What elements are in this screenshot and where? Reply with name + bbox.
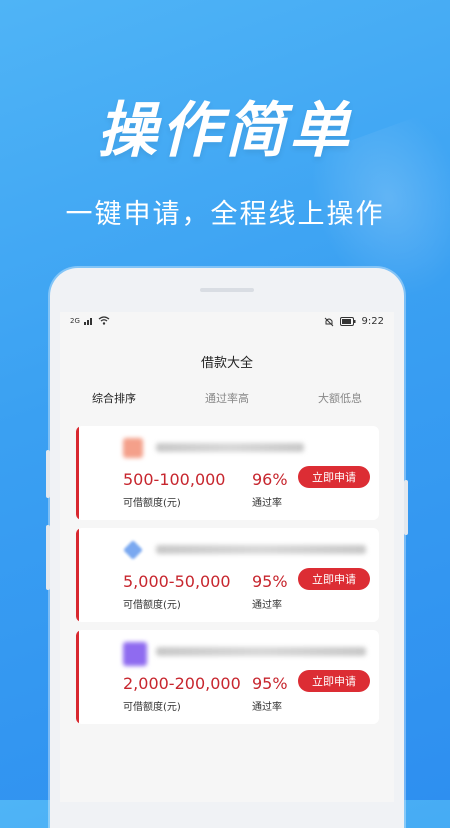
- app-screen: 2G 9:22 借款大全 综合排序 通过率高 大额低息 500-100,000 …: [60, 312, 394, 802]
- promo-headline: 操作简单: [97, 96, 353, 166]
- signal-icon: [83, 318, 92, 325]
- loan-card[interactable]: 500-100,000 可借额度(元) 96% 通过率 立即申请: [76, 426, 379, 520]
- loan-amount-label: 可借额度(元): [123, 702, 181, 713]
- loan-amount: 5,000-50,000: [123, 572, 231, 591]
- phone-side-button: [46, 450, 50, 498]
- loan-amount: 2,000-200,000: [123, 674, 241, 693]
- status-bar: 2G 9:22: [60, 312, 394, 334]
- battery-icon: [339, 317, 356, 326]
- tab-high-approval[interactable]: 通过率高: [205, 390, 249, 406]
- approval-rate: 96%: [252, 470, 288, 489]
- approval-rate: 95%: [252, 572, 288, 591]
- card-accent-bar: [76, 426, 79, 520]
- phone-side-button: [46, 525, 50, 590]
- lender-name-blurred: [156, 545, 366, 554]
- approval-rate: 95%: [252, 674, 288, 693]
- approval-rate-label: 通过率: [252, 600, 282, 611]
- page-title: 借款大全: [200, 356, 253, 371]
- apply-button[interactable]: 立即申请: [298, 568, 370, 590]
- loan-amount-label: 可借额度(元): [123, 600, 181, 611]
- approval-rate-label: 通过率: [252, 498, 282, 509]
- approval-rate-label: 通过率: [252, 702, 282, 713]
- phone-side-button: [404, 480, 408, 535]
- status-time: 9:22: [361, 316, 384, 327]
- tab-large-low-interest[interactable]: 大额低息: [318, 390, 362, 406]
- card-accent-bar: [76, 630, 79, 724]
- loan-amount-label: 可借额度(元): [123, 498, 181, 509]
- loan-card[interactable]: 5,000-50,000 可借额度(元) 95% 通过率 立即申请: [76, 528, 379, 622]
- mute-bell-icon: [324, 317, 333, 326]
- sort-tabs: 综合排序 通过率高 大额低息: [60, 390, 394, 414]
- lender-logo-icon: [123, 642, 147, 666]
- lender-name-blurred: [156, 647, 366, 656]
- loan-card[interactable]: 2,000-200,000 可借额度(元) 95% 通过率 立即申请: [76, 630, 379, 724]
- lender-logo-icon: [123, 540, 143, 560]
- lender-logo-icon: [123, 438, 143, 458]
- lender-name-blurred: [156, 443, 304, 452]
- card-accent-bar: [76, 528, 79, 622]
- promo-subline: 一键申请，全程线上操作: [65, 199, 385, 230]
- tab-comprehensive[interactable]: 综合排序: [92, 390, 136, 406]
- phone-speaker: [200, 288, 254, 292]
- loan-amount: 500-100,000: [123, 470, 226, 489]
- wifi-icon: [98, 316, 110, 325]
- apply-button[interactable]: 立即申请: [298, 466, 370, 488]
- network-type: 2G: [70, 316, 80, 325]
- apply-button[interactable]: 立即申请: [298, 670, 370, 692]
